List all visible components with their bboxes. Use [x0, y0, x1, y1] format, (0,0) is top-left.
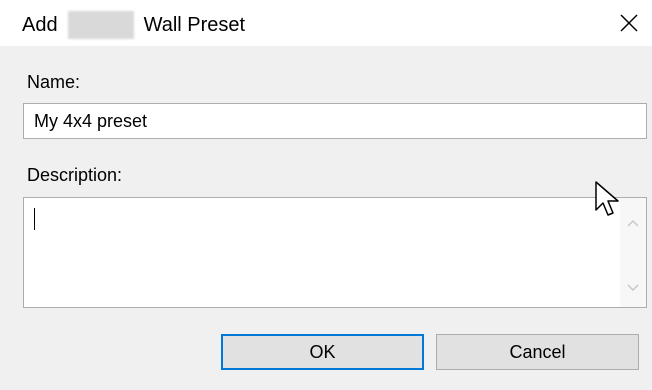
description-field[interactable]: [23, 197, 647, 308]
description-label: Description:: [27, 165, 123, 185]
chevron-down-icon[interactable]: [626, 281, 640, 295]
description-scrollbar[interactable]: [620, 198, 646, 307]
title-bar: Add Wall Preset: [0, 0, 652, 46]
text-caret: [34, 208, 35, 230]
title-suffix: Wall Preset: [143, 13, 246, 36]
ok-button[interactable]: OK: [221, 334, 424, 370]
chevron-up-icon[interactable]: [626, 216, 640, 230]
mouse-pointer-icon: [595, 181, 619, 216]
close-icon: [620, 14, 638, 32]
cancel-button[interactable]: Cancel: [436, 334, 639, 370]
name-field[interactable]: [23, 103, 647, 139]
dialog-title: Add Wall Preset: [22, 11, 245, 39]
title-prefix: Add: [22, 13, 58, 36]
close-button[interactable]: [606, 0, 652, 46]
redacted-product-name: [67, 11, 134, 39]
add-wall-preset-dialog: Add Wall Preset Name: Description:: [0, 0, 652, 390]
name-label: Name:: [27, 72, 81, 92]
dialog-content: Name: Description: OK Cancel: [0, 46, 652, 390]
